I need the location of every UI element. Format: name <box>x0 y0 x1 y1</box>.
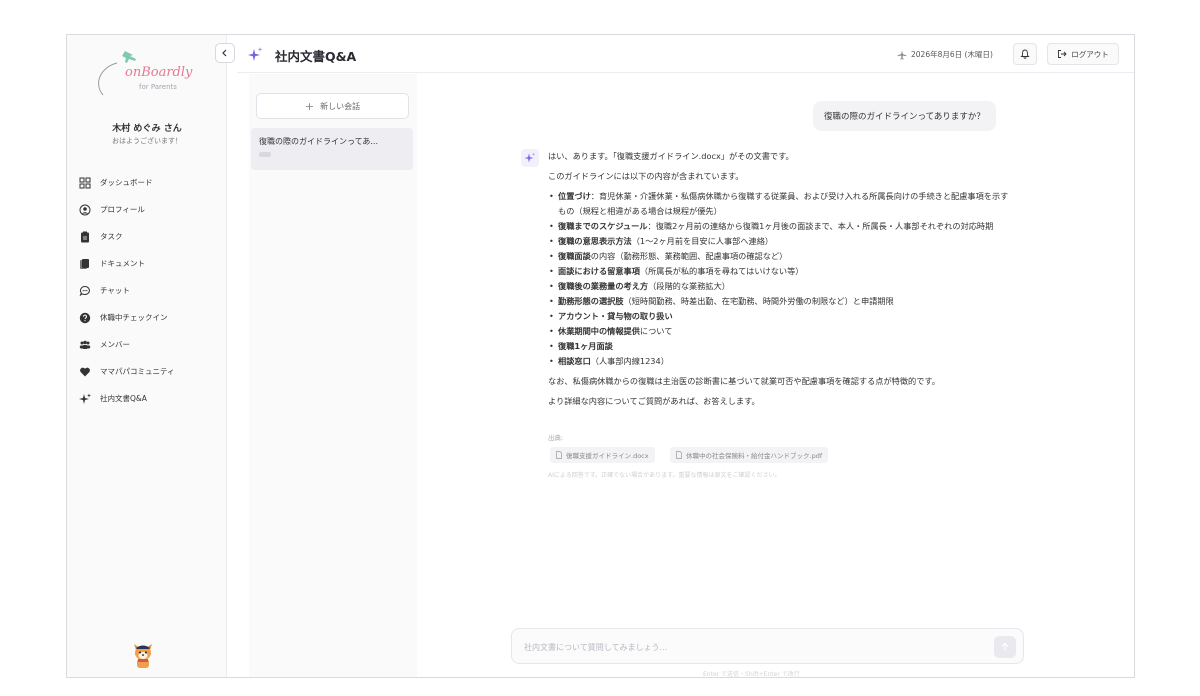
sparkles-icon <box>248 47 263 61</box>
new-conversation-label: 新しい会話 <box>320 101 361 111</box>
send-icon <box>1001 642 1009 651</box>
send-button[interactable] <box>994 636 1016 658</box>
new-conversation-button[interactable]: + 新しい会話 <box>256 93 409 119</box>
list-item: アカウント・貸与物の取り扱い <box>548 309 1013 324</box>
users-icon <box>79 340 91 349</box>
list-item: 勤務形態の選択肢（短時間勤務、時差出勤、在宅勤務、時間外労働の制限など）と申請期… <box>548 294 1013 309</box>
sidebar-item-label: プロフィール <box>100 205 145 214</box>
clipboard-icon <box>81 231 89 242</box>
sparkles-icon <box>524 152 536 163</box>
user-greeting: おはようございます！ <box>112 137 182 145</box>
question-circle-icon <box>79 312 91 323</box>
sidebar-collapse-button[interactable] <box>215 43 235 63</box>
plus-icon: + <box>304 99 315 113</box>
sidebar-item-label: ダッシュボード <box>100 178 153 187</box>
chat-bubble-icon <box>79 285 90 296</box>
user-name: 木村 めぐみ さん <box>112 124 182 134</box>
logout-icon <box>1058 50 1067 58</box>
sidebar-item-label: メンバー <box>100 340 130 349</box>
answer-intro: はい、あります。「復職支援ガイドライン.docx」がその文書です。 <box>548 151 794 161</box>
logo-subtitle: for Parents <box>139 83 177 91</box>
user-message-text: 復職の際のガイドラインってありますか？ <box>824 112 985 122</box>
sidebar-item-label: 社内文書Q&A <box>100 394 147 403</box>
sparkles-icon <box>79 393 91 404</box>
sidebar-item-checkin[interactable]: 休職中チェックイン <box>77 304 222 331</box>
ai-disclaimer: AIによる回答です。正確でない場合があります。重要な情報は原文をご確認ください。 <box>548 472 781 479</box>
source-chip-label: 復職支援ガイドライン.docx <box>566 452 649 460</box>
sidebar-item-chat[interactable]: チャット <box>77 277 222 304</box>
answer-bullet-list: 位置づけ：育児休業・介護休業・私傷病休職から復職する従業員、および受け入れる所属… <box>548 189 1013 369</box>
list-item: 復職1ヶ月面談 <box>548 339 1013 354</box>
sidebar-item-dashboard[interactable]: ダッシュボード <box>77 169 222 196</box>
list-item: 復職の意思表示方法（1〜2ヶ月前を目安に人事部へ連絡） <box>548 234 1013 249</box>
list-item: 休業期間中の情報提供について <box>548 324 1013 339</box>
sidebar-item-label: タスク <box>100 232 123 241</box>
airplane-icon <box>897 50 907 59</box>
list-item: 位置づけ：育児休業・介護休業・私傷病休職から復職する従業員、および受け入れる所属… <box>548 189 1013 219</box>
sidebar-item-tasks[interactable]: タスク <box>77 223 222 250</box>
logout-label: ログアウト <box>1071 49 1109 59</box>
chat-input[interactable] <box>524 639 984 655</box>
sidebar-item-members[interactable]: メンバー <box>77 331 222 358</box>
chat-input-box <box>511 628 1024 664</box>
conversation-meta <box>259 152 271 157</box>
bell-icon <box>1020 49 1030 59</box>
conversation-list: + 新しい会話 復職の際のガイドラインってあ... <box>249 74 417 677</box>
page-title: 社内文書Q&A <box>275 49 357 64</box>
source-chip-guideline[interactable]: 復職支援ガイドライン.docx <box>550 447 655 463</box>
heart-icon <box>80 367 90 376</box>
answer-lead: このガイドラインには以下の内容が含まれています。 <box>548 171 744 181</box>
list-item: 復職までのスケジュール：復職2ヶ月前の連絡から復職1ヶ月後の面談まで、本人・所属… <box>548 219 1013 234</box>
sidebar-item-label: チャット <box>100 286 130 295</box>
list-item: 復職後の業務量の考え方（段階的な業務拡大） <box>548 279 1013 294</box>
sidebar: onBoardly for Parents 木村 めぐみ さん おはようございま… <box>67 35 227 677</box>
conversation-item[interactable]: 復職の際のガイドラインってあ... <box>251 128 413 170</box>
sidebar-item-profile[interactable]: プロフィール <box>77 196 222 223</box>
sidebar-nav: ダッシュボード プロフィール タスク ドキュメント チャット 休職中チェックイン <box>77 169 222 412</box>
source-chip-handbook[interactable]: 休職中の社会保険料・給付金ハンドブック.pdf <box>670 447 829 463</box>
user-message-bubble: 復職の際のガイドラインってありますか？ <box>813 101 996 131</box>
chevron-left-icon <box>222 49 227 57</box>
list-item: 面談における留意事項（所属長が私的事項を尋ねてはいけない等） <box>548 264 1013 279</box>
sidebar-item-community[interactable]: ママパパコミュニティ <box>77 358 222 385</box>
logout-button[interactable]: ログアウト <box>1047 43 1119 65</box>
file-icon <box>676 451 682 459</box>
current-date: 2026年8月6日 (木曜日) <box>897 49 993 60</box>
source-chip-label: 休職中の社会保険料・給付金ハンドブック.pdf <box>686 452 823 460</box>
sidebar-item-label: 休職中チェックイン <box>100 313 168 322</box>
sidebar-item-label: ドキュメント <box>100 259 145 268</box>
conversation-title: 復職の際のガイドラインってあ... <box>259 137 378 146</box>
user-circle-icon <box>79 204 91 215</box>
top-header: 社内文書Q&A 2026年8月6日 (木曜日) ログアウト <box>237 35 1134 73</box>
grid-icon <box>79 177 91 188</box>
logo-text: onBoardly <box>125 65 193 80</box>
date-text: 2026年8月6日 (木曜日) <box>911 50 993 59</box>
file-icon <box>556 451 562 459</box>
list-item: 相談窓口（人事部内線1234） <box>548 354 1013 369</box>
app-window: onBoardly for Parents 木村 めぐみ さん おはようございま… <box>66 34 1135 678</box>
answer-note: なお、私傷病休職からの復職は主治医の診断書に基づいて就業可否や配慮事項を確認する… <box>548 376 940 386</box>
sidebar-item-documents[interactable]: ドキュメント <box>77 250 222 277</box>
mascot-avatar <box>131 642 155 670</box>
document-icon <box>80 258 89 269</box>
assistant-avatar <box>521 149 539 167</box>
assistant-answer: はい、あります。「復職支援ガイドライン.docx」がその文書です。 このガイドラ… <box>548 149 1013 414</box>
input-hint: Enter で送信・Shift+Enter で改行 <box>703 671 800 678</box>
answer-closing: より詳細な内容についてご質問があれば、お答えします。 <box>548 396 760 406</box>
notifications-button[interactable] <box>1013 43 1037 65</box>
list-item: 復職面談の内容（勤務形態、業務範囲、配慮事項の確認など） <box>548 249 1013 264</box>
sources-label: 出典: <box>548 434 564 442</box>
logo: onBoardly for Parents <box>95 45 195 101</box>
sidebar-item-label: ママパパコミュニティ <box>100 367 175 376</box>
sidebar-item-doc-qa[interactable]: 社内文書Q&A <box>77 385 222 412</box>
